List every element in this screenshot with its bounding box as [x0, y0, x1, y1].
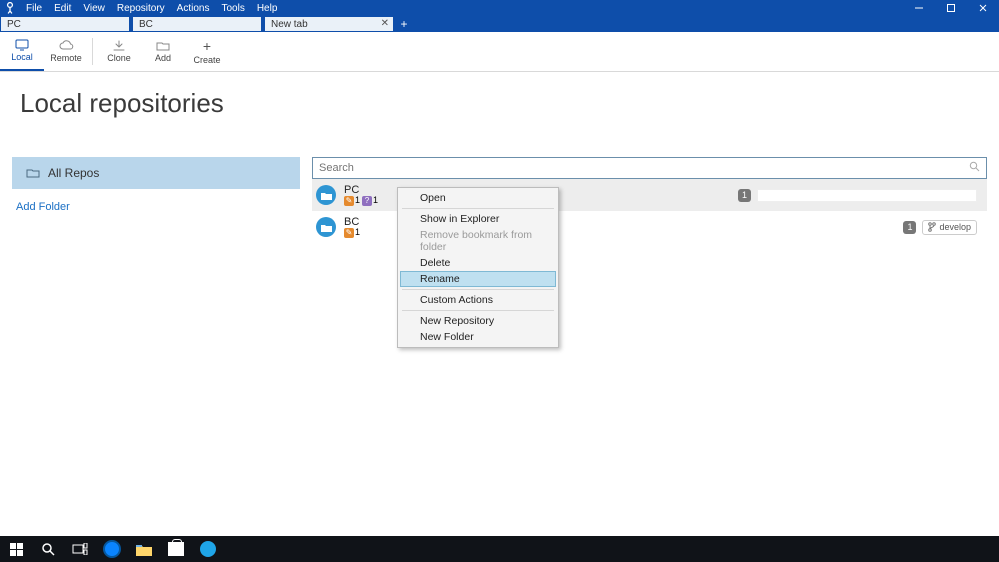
pending-badge: ✎1	[344, 228, 360, 238]
menu-edit[interactable]: Edit	[48, 3, 77, 14]
search-icon	[969, 161, 980, 175]
toolbar: Local Remote Clone Add + Create	[0, 32, 999, 72]
toolbar-remote[interactable]: Remote	[44, 32, 88, 71]
folder-icon	[26, 167, 40, 179]
repo-folder-icon	[316, 217, 336, 237]
menu-repository[interactable]: Repository	[111, 3, 171, 14]
ctx-show-in-explorer[interactable]: Show in Explorer	[400, 211, 556, 227]
tab-new[interactable]: New tab ✕	[264, 16, 394, 32]
context-menu: Open Show in Explorer Remove bookmark fr…	[397, 187, 559, 348]
cloud-icon	[58, 40, 74, 52]
toolbar-local[interactable]: Local	[0, 32, 44, 71]
tab-close-icon[interactable]: ✕	[381, 18, 389, 29]
menu-help[interactable]: Help	[251, 3, 284, 14]
app-icon	[200, 541, 216, 557]
ctx-new-folder[interactable]: New Folder	[400, 329, 556, 345]
separator	[402, 208, 554, 209]
toolbar-label: Remote	[50, 53, 82, 63]
ctx-rename[interactable]: Rename	[400, 271, 556, 287]
tab-label: BC	[139, 19, 153, 30]
search-box[interactable]	[312, 157, 987, 179]
toolbar-label: Local	[11, 52, 33, 62]
menu-view[interactable]: View	[77, 3, 111, 14]
search-input[interactable]	[319, 162, 969, 174]
add-folder-link[interactable]: Add Folder	[12, 189, 300, 225]
branch-icon	[928, 222, 936, 232]
ctx-open[interactable]: Open	[400, 190, 556, 206]
graph-placeholder	[757, 189, 977, 202]
sidebar-all-repos[interactable]: All Repos	[12, 157, 300, 189]
tab-pc[interactable]: PC	[0, 16, 130, 32]
taskbar-app[interactable]	[192, 536, 224, 562]
toolbar-label: Create	[193, 55, 220, 65]
taskbar-explorer[interactable]	[128, 536, 160, 562]
ctx-custom-actions[interactable]: Custom Actions	[400, 292, 556, 308]
ctx-new-repository[interactable]: New Repository	[400, 313, 556, 329]
plus-icon: +	[203, 38, 211, 54]
menu-file[interactable]: File	[20, 3, 48, 14]
sidebar-item-label: All Repos	[48, 166, 99, 180]
taskbar	[0, 536, 999, 562]
taskbar-edge[interactable]	[96, 536, 128, 562]
separator	[92, 38, 93, 65]
toolbar-clone[interactable]: Clone	[97, 32, 141, 71]
tab-strip: PC BC New tab ✕ +	[0, 16, 999, 32]
toolbar-label: Clone	[107, 53, 131, 63]
ctx-delete[interactable]: Delete	[400, 255, 556, 271]
start-button[interactable]	[0, 536, 32, 562]
tab-label: New tab	[271, 19, 308, 30]
repo-folder-icon	[316, 185, 336, 205]
window-maximize-button[interactable]	[935, 0, 967, 16]
branch-label: develop	[939, 222, 971, 232]
task-view-icon	[72, 543, 88, 555]
branch-button[interactable]: develop	[922, 220, 977, 235]
monitor-icon	[14, 39, 30, 51]
menu-bar: File Edit View Repository Actions Tools …	[0, 0, 999, 16]
app-logo	[3, 1, 17, 15]
tab-label: PC	[7, 19, 21, 30]
toolbar-label: Add	[155, 53, 171, 63]
download-icon	[112, 40, 126, 52]
pending-badge: ✎1	[344, 196, 360, 206]
toolbar-add[interactable]: Add	[141, 32, 185, 71]
taskbar-store[interactable]	[160, 536, 192, 562]
tab-bc[interactable]: BC	[132, 16, 262, 32]
store-icon	[168, 542, 184, 556]
commit-count-badge: 1	[903, 221, 916, 234]
new-tab-button[interactable]: +	[396, 16, 412, 32]
window-close-button[interactable]	[967, 0, 999, 16]
separator	[402, 289, 554, 290]
separator	[402, 310, 554, 311]
taskbar-search[interactable]	[32, 536, 64, 562]
menu-actions[interactable]: Actions	[171, 3, 216, 14]
search-icon	[41, 542, 55, 556]
windows-icon	[10, 543, 23, 556]
edge-icon	[103, 540, 121, 558]
window-minimize-button[interactable]	[903, 0, 935, 16]
unknown-badge: ?1	[362, 196, 378, 206]
page-title: Local repositories	[20, 88, 999, 119]
ctx-remove-bookmark: Remove bookmark from folder	[400, 227, 556, 255]
toolbar-create[interactable]: + Create	[185, 32, 229, 71]
commit-count-badge: 1	[738, 189, 751, 202]
folder-icon	[156, 40, 170, 52]
task-view-button[interactable]	[64, 536, 96, 562]
file-explorer-icon	[136, 543, 152, 556]
menu-tools[interactable]: Tools	[215, 3, 250, 14]
